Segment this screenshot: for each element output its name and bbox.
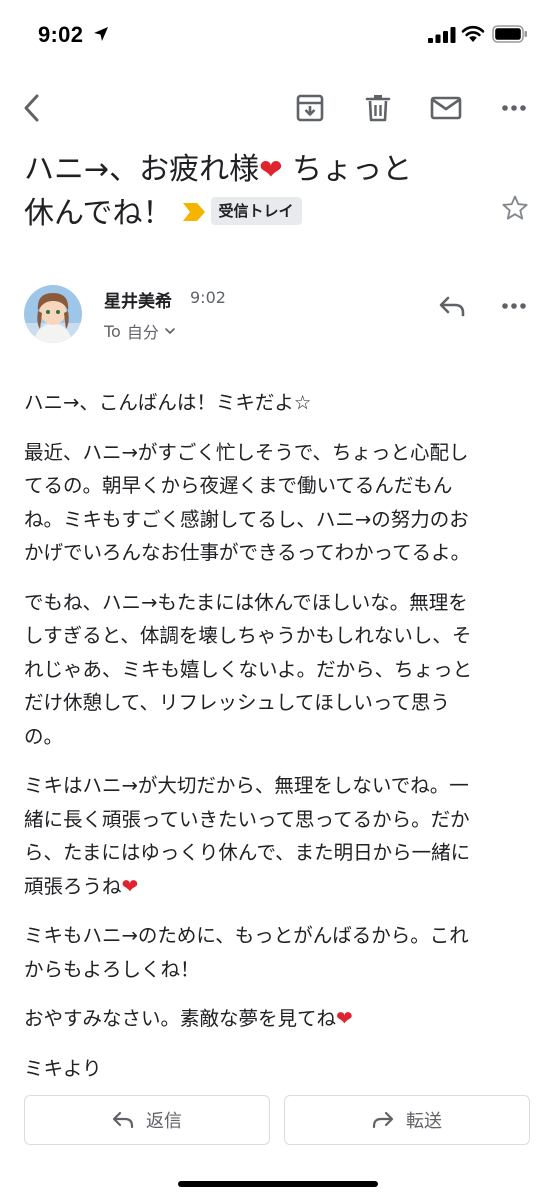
body-line: おやすみなさい。素敵な夢を見てね❤ <box>24 1002 534 1036</box>
body-paragraph-1: ハニ→、こんばんは！ミキだよ☆ <box>24 386 534 420</box>
more-horizontal-icon <box>502 105 526 111</box>
wifi-icon <box>461 25 485 42</box>
body-line: ミキはハニ→が大切だから、無理をしないでね。一 <box>24 774 469 797</box>
star-button[interactable] <box>497 190 533 226</box>
back-button[interactable] <box>12 88 52 128</box>
quick-reply-button[interactable] <box>432 286 472 326</box>
archive-button[interactable] <box>290 88 330 128</box>
body-line: ハニ→、こんばんは！ミキだよ☆ <box>24 391 312 414</box>
subject-text-part3: 休んでね！ <box>24 196 173 231</box>
message-more-button[interactable] <box>494 286 534 326</box>
mail-icon <box>430 96 462 120</box>
status-time: 9:02 <box>38 22 84 47</box>
body-paragraph-5: ミキもハニ→のために、もっとがんばるから。これ からもよろしくね！ <box>24 919 534 986</box>
recipient-name: 自分 <box>126 323 159 342</box>
more-horizontal-icon <box>502 303 526 309</box>
message-toolbar <box>0 80 555 136</box>
heart-icon: ❤ <box>259 153 283 186</box>
recipient-details-toggle[interactable]: To 自分 <box>104 319 177 343</box>
body-line: れじゃあ、ミキも嬉しくないよ。だから、ちょっと <box>24 657 473 681</box>
home-indicator[interactable] <box>178 1181 378 1187</box>
heart-icon: ❤ <box>336 1006 353 1030</box>
reply-icon <box>112 1111 134 1129</box>
body-line: ね。ミキもすごく感謝してるし、ハニ→の努力のお <box>24 507 469 531</box>
chevron-down-icon <box>165 328 175 334</box>
body-line: 緒に長く頑張っていきたいって思ってるから。だか <box>24 807 470 831</box>
email-subject: ハニ→、お疲れ様❤ ちょっと 休んでね！ 受信トレイ <box>24 148 484 236</box>
body-paragraph-3: でもね、ハニ→もたまには休んでほしいな。無理を しすぎると、体調を壊しちゃうかも… <box>24 586 534 754</box>
to-label: To <box>104 321 121 341</box>
body-line: かげでいろんなお仕事ができるってわかってるよ。 <box>24 541 471 564</box>
body-line: ら、たまにはゆっくり休んで、また明日から一緒に <box>24 841 471 864</box>
cellular-signal-icon <box>428 27 456 43</box>
forward-button-label: 転送 <box>406 1111 442 1132</box>
reply-button-label: 返信 <box>146 1111 182 1132</box>
subject-text-part2: ちょっと <box>282 152 413 187</box>
sender-avatar[interactable] <box>24 285 82 343</box>
body-line: しすぎると、体調を壊しちゃうかもしれないし、そ <box>24 624 472 647</box>
body-paragraph-4: ミキはハニ→が大切だから、無理をしないでね。一 緒に長く頑張っていきたいって思っ… <box>24 769 534 903</box>
body-line: ミキもハニ→のために、もっとがんばるから。これ <box>24 924 469 947</box>
star-icon <box>502 195 528 220</box>
forward-button[interactable]: 転送 <box>284 1095 530 1145</box>
body-line: からもよろしくね！ <box>24 957 200 981</box>
body-line: てるの。朝早くから夜遅くまで働いてるんだもん <box>24 474 453 497</box>
sender-name[interactable]: 星井美希 <box>104 287 172 312</box>
body-line-text: おやすみなさい。素敵な夢を見てね <box>24 1007 337 1030</box>
reply-icon <box>439 296 465 317</box>
body-line: 頑張ろうね❤ <box>24 870 534 904</box>
body-paragraph-7: ミキより <box>24 1052 534 1086</box>
more-options-button[interactable] <box>494 88 534 128</box>
mark-unread-button[interactable] <box>426 88 466 128</box>
battery-icon <box>492 25 527 43</box>
subject-text-part1: ハニ→、お疲れ様 <box>24 152 260 187</box>
heart-icon: ❤ <box>121 873 139 898</box>
subject-line-1: ハニ→、お疲れ様❤ ちょっと <box>24 148 484 192</box>
body-line: 最近、ハニ→がすごく忙しそうで、ちょっと心配し <box>24 440 469 464</box>
inbox-label-badge[interactable]: 受信トレイ <box>210 196 302 225</box>
body-paragraph-2: 最近、ハニ→がすごく忙しそうで、ちょっと心配し てるの。朝早くから夜遅くまで働い… <box>24 436 534 570</box>
subject-line-2: 休んでね！ 受信トレイ <box>24 192 484 236</box>
back-arrow-icon <box>24 94 39 122</box>
body-line: ミキより <box>24 1056 102 1080</box>
reply-button[interactable]: 返信 <box>24 1095 270 1145</box>
status-bar: 9:02 <box>0 0 555 70</box>
location-arrow-icon <box>94 27 108 41</box>
importance-marker-icon[interactable] <box>182 202 205 221</box>
email-body: ハニ→、こんばんは！ミキだよ☆ 最近、ハニ→がすごく忙しそうで、ちょっと心配し … <box>24 386 534 1101</box>
delete-button[interactable] <box>358 88 398 128</box>
sent-time: 9:02 <box>190 288 226 307</box>
body-line: の。 <box>24 724 64 748</box>
body-paragraph-6: おやすみなさい。素敵な夢を見てね❤ <box>24 1002 534 1036</box>
body-line: だけ休憩して、リフレッシュしてほしいって思う <box>24 691 450 714</box>
body-line: でもね、ハニ→もたまには休んでほしいな。無理を <box>24 590 468 614</box>
archive-icon <box>296 94 324 122</box>
body-line-text: 頑張ろうね <box>24 874 122 898</box>
forward-icon <box>372 1111 394 1129</box>
avatar-image <box>24 285 82 343</box>
trash-icon <box>365 95 391 122</box>
